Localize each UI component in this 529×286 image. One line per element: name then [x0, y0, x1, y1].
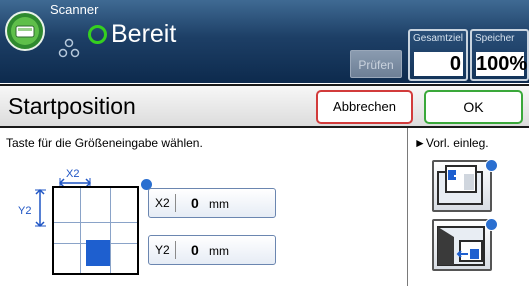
counter-value: 100%	[476, 52, 528, 76]
selected-area-marker	[86, 240, 110, 266]
field-value: 0	[191, 195, 199, 211]
scanner-app-icon	[5, 11, 45, 51]
x-axis-label: X2	[66, 168, 79, 180]
check-status-button[interactable]: Prüfen	[350, 50, 402, 78]
machine-status: Bereit	[88, 20, 176, 49]
field-label: X2	[155, 196, 170, 210]
y-dimension-indicator: Y2	[18, 188, 46, 228]
field-value: 0	[191, 242, 199, 258]
job-status-icon	[58, 38, 80, 58]
x2-input-button[interactable]: X2 0 mm	[148, 188, 276, 218]
original-in-adf-button[interactable]	[432, 218, 498, 271]
check-badge-icon	[485, 159, 498, 172]
original-on-glass-icon	[437, 165, 483, 205]
original-on-glass-button[interactable]	[432, 159, 498, 212]
header-bar: Scanner Bereit Prüfen Gesamtziel 0 Speic…	[0, 0, 529, 83]
title-bar: Startposition Abbrechen OK	[0, 84, 529, 128]
place-original-label: ►Vorl. einleg.	[414, 136, 489, 150]
status-text: Bereit	[111, 20, 177, 48]
status-ready-icon	[88, 25, 107, 44]
app-name: Scanner	[50, 2, 99, 17]
memory-counter: Speicher 100%	[470, 29, 529, 81]
panel-divider	[407, 128, 408, 286]
y2-input-button[interactable]: Y2 0 mm	[148, 235, 276, 265]
field-unit: mm	[209, 244, 229, 258]
y-axis-label: Y2	[18, 205, 31, 217]
counter-label: Speicher	[475, 33, 515, 44]
ok-button[interactable]: OK	[424, 90, 523, 124]
page-title: Startposition	[8, 93, 136, 119]
original-in-adf-icon	[437, 226, 485, 266]
field-unit: mm	[209, 197, 229, 211]
position-grid	[52, 186, 139, 275]
field-label: Y2	[155, 243, 170, 257]
counter-value: 0	[414, 52, 463, 76]
instruction-text: Taste für die Größeneingabe wählen.	[6, 136, 203, 150]
check-badge-icon	[485, 218, 498, 231]
main-panel: Taste für die Größeneingabe wählen. X2 Y…	[0, 128, 529, 286]
cancel-button[interactable]: Abbrechen	[316, 90, 413, 124]
total-destination-counter: Gesamtziel 0	[408, 29, 468, 81]
counter-label: Gesamtziel	[413, 33, 464, 44]
